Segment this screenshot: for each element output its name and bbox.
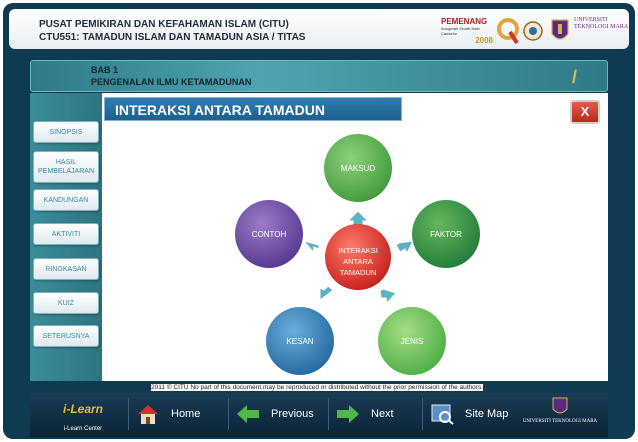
chapter-number: BAB 1 <box>91 65 119 75</box>
node-jenis-label: JENIS <box>401 337 424 346</box>
node-kesan-label: KESAN <box>286 337 313 346</box>
quality-q-logo <box>497 18 519 45</box>
node-contoh-label: CONTOH <box>252 230 287 239</box>
footer-university-logo: UNIVERSITI TEKNOLOGI MARA <box>514 397 606 424</box>
university-logo-text: UNIVERSITI TEKNOLOGI MARA <box>574 17 629 30</box>
site-map-button[interactable]: Site Map <box>422 398 510 430</box>
award-year: 2008 <box>475 36 493 45</box>
sitemap-icon <box>431 404 454 425</box>
footer-university-text: UNIVERSITI TEKNOLOGI MARA <box>522 419 598 424</box>
chapter-title: PENGENALAN ILMU KETAMADUNAN <box>91 77 252 87</box>
arrow-icon <box>395 240 414 255</box>
home-icon <box>138 405 158 424</box>
center-line-3: TAMADUN <box>340 268 377 277</box>
next-label: Next <box>371 408 394 420</box>
copyright-text: 2011 © CITU No part of this document may… <box>151 384 484 391</box>
arrow-icon <box>319 285 334 301</box>
node-maksud-label: MAKSUD <box>341 164 375 173</box>
award-badge: PEMENANG Anugerah Kualiti Naib Canselor … <box>441 17 493 45</box>
app-frame: PUSAT PEMIKIRAN DAN KEFAHAMAN ISLAM (CIT… <box>3 3 635 439</box>
interaction-diagram: MAKSUD FAKTOR JENIS KESAN CONTOH INTERAK… <box>235 134 480 375</box>
sidebar-item-kandungan[interactable]: KANDUNGAN <box>33 189 99 211</box>
arrow-left-icon <box>237 405 259 423</box>
center-line-1: INTERAKSI <box>338 246 378 255</box>
institution-title: PUSAT PEMIKIRAN DAN KEFAHAMAN ISLAM (CIT… <box>39 19 289 30</box>
site-map-label: Site Map <box>465 408 509 420</box>
sidebar-item-aktiviti[interactable]: AKTIVITI <box>33 223 99 245</box>
home-button[interactable]: Home <box>128 398 216 430</box>
content-panel: INTERAKSI ANTARA TAMADUN X MAKSUD FAKTOR… <box>102 93 608 381</box>
arrow-icon <box>302 240 320 254</box>
sidebar-item-sinopsis[interactable]: SINOPSIS <box>33 121 99 143</box>
previous-button[interactable]: Previous <box>228 398 316 430</box>
sidebar: SINOPSIS HASIL PEMBELAJARAN KANDUNGAN AK… <box>30 93 102 381</box>
band-slash: / <box>571 67 577 87</box>
sidebar-item-hasil-pembelajaran[interactable]: HASIL PEMBELAJARAN <box>33 151 99 183</box>
uitm-crest-icon <box>552 397 568 414</box>
next-button[interactable]: Next <box>328 398 416 430</box>
ilearn-logo[interactable]: i-Learn i-Learn Center <box>60 396 106 434</box>
award-subtitle: Anugerah Kualiti Naib Canselor <box>441 26 480 36</box>
course-title: CTU551: TAMADUN ISLAM DAN TAMADUN ASIA /… <box>39 32 306 43</box>
sidebar-item-ringkasan[interactable]: RINGKASAN <box>33 258 99 280</box>
home-label: Home <box>171 408 201 420</box>
header: PUSAT PEMIKIRAN DAN KEFAHAMAN ISLAM (CIT… <box>9 9 629 49</box>
node-faktor-label: FAKTOR <box>430 230 462 239</box>
ilearn-caption: i-Learn Center <box>63 426 103 432</box>
previous-label: Previous <box>271 408 314 420</box>
chapter-band: BAB 1 PENGENALAN ILMU KETAMADUNAN / <box>30 60 608 92</box>
arrow-right-icon <box>337 405 359 423</box>
award-title: PEMENANG <box>441 17 488 26</box>
center-line-2: ANTARA <box>343 257 373 266</box>
ilearn-logo-text: i-Learn <box>62 402 103 416</box>
bottom-nav: i-Learn i-Learn Center Home Previous Nex… <box>30 393 608 437</box>
crest-icon <box>523 21 543 41</box>
arrow-icon <box>379 288 397 305</box>
sidebar-item-seterusnya[interactable]: SETERUSNYA <box>33 325 99 347</box>
sidebar-item-kuiz[interactable]: KUIZ <box>33 292 99 314</box>
uitm-crest-icon <box>551 19 569 40</box>
